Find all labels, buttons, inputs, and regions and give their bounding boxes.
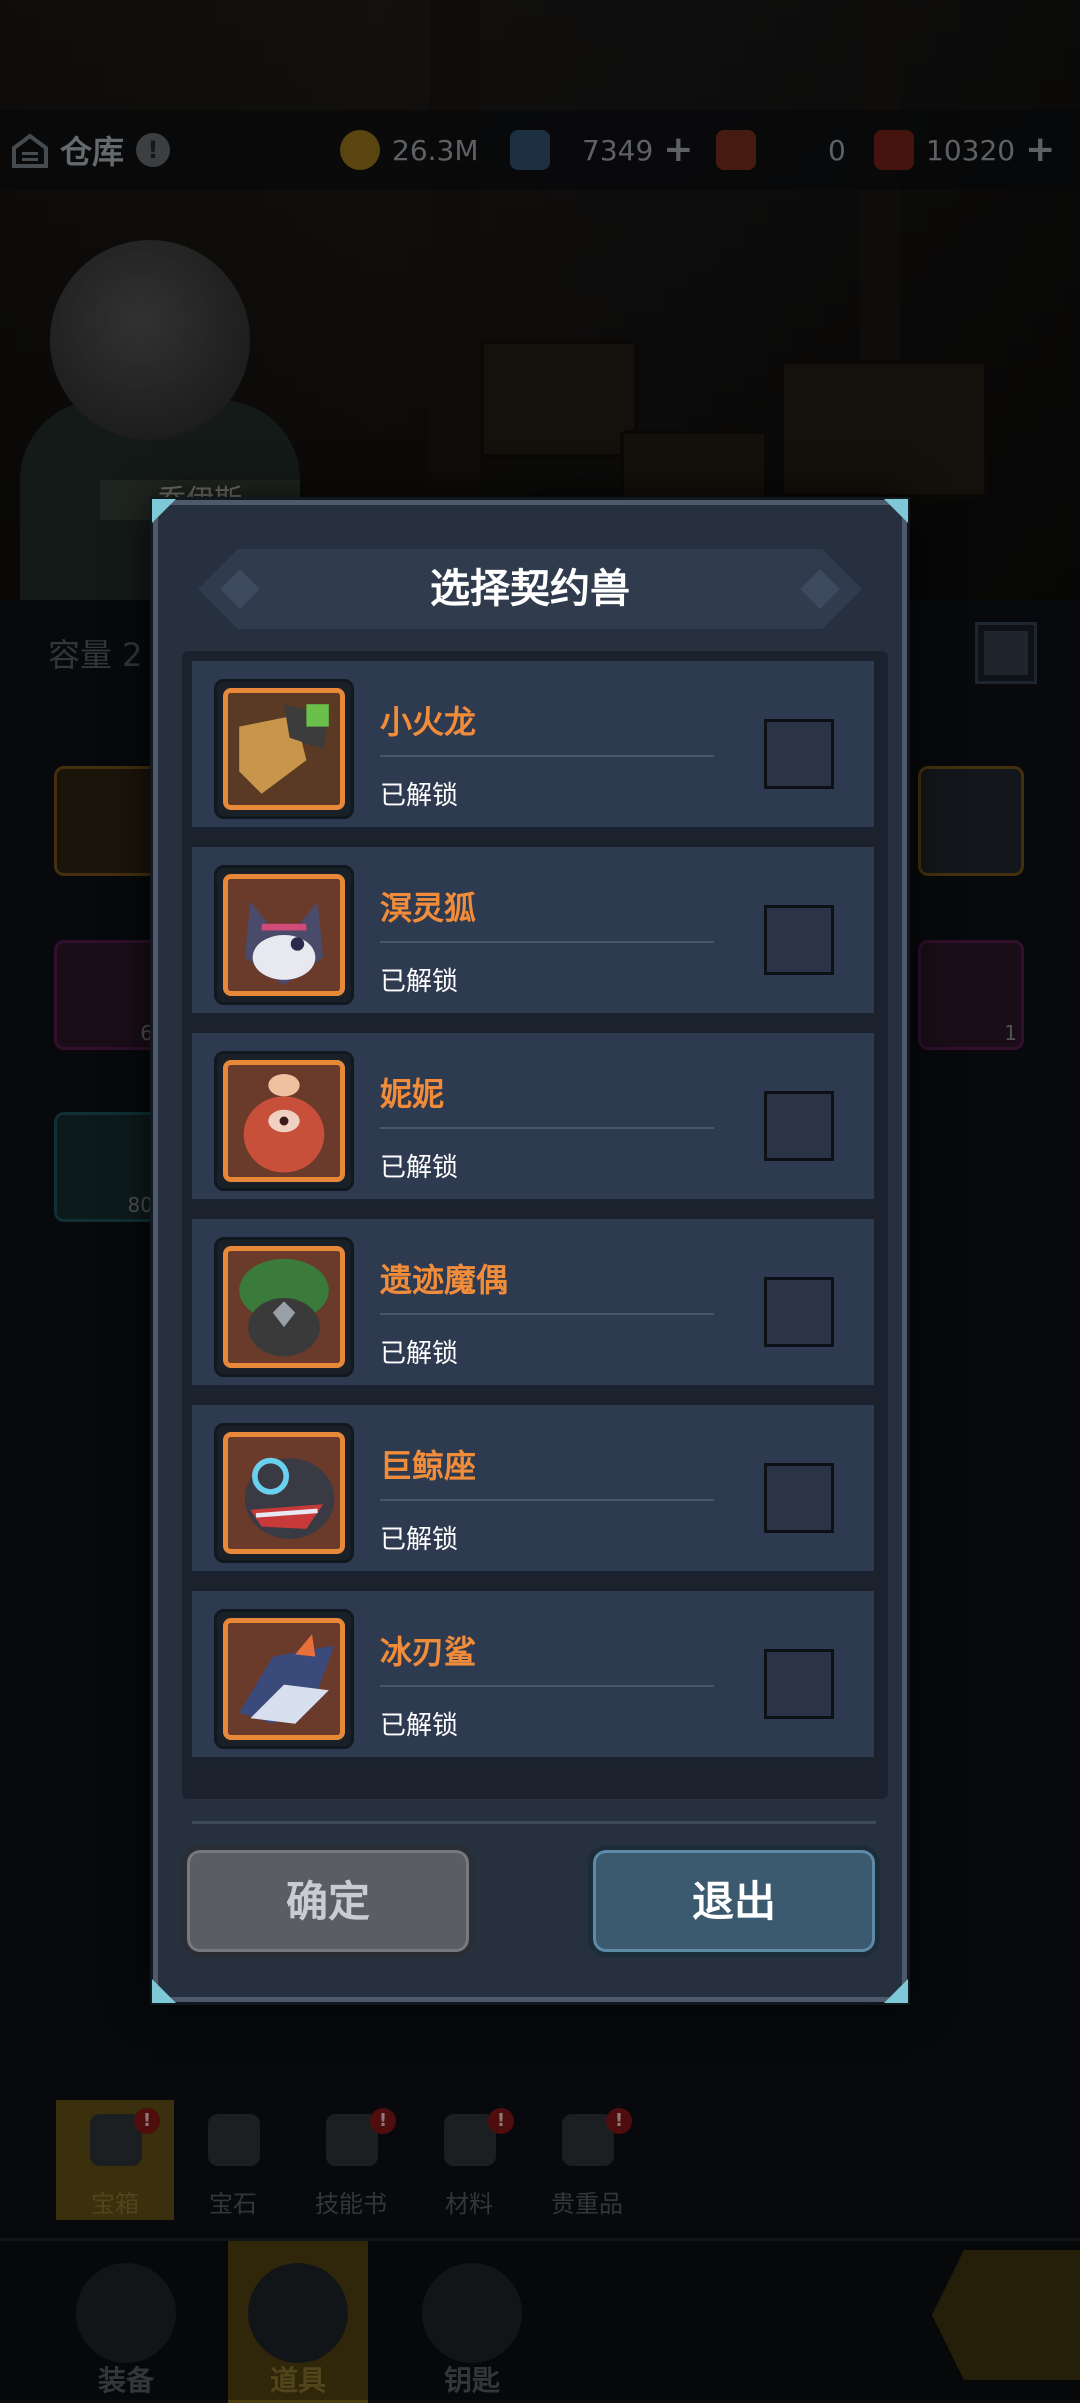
select-checkbox[interactable]: [764, 719, 834, 789]
title-ornament: [220, 569, 260, 609]
pet-name: 妮妮: [380, 1075, 445, 1113]
select-checkbox[interactable]: [764, 1463, 834, 1533]
ice-blade-shark-icon: [223, 1618, 345, 1740]
relic-golem-icon: [223, 1246, 345, 1368]
pet-row-ice-blade-shark[interactable]: 冰刃鲨 已解锁: [192, 1591, 874, 1763]
pet-list: 小火龙 已解锁 溟灵狐 已解锁 妮妮 已解锁 遗迹魔偶 已解锁 巨鲸座 已解锁 …: [182, 651, 888, 1799]
spirit-fox-icon: [223, 874, 345, 996]
select-checkbox[interactable]: [764, 1091, 834, 1161]
pet-row-relic-golem[interactable]: 遗迹魔偶 已解锁: [192, 1219, 874, 1391]
pet-row-spirit-fox[interactable]: 溟灵狐 已解锁: [192, 847, 874, 1019]
select-checkbox[interactable]: [764, 905, 834, 975]
pet-row-small-fire-dragon[interactable]: 小火龙 已解锁: [192, 661, 874, 833]
select-checkbox[interactable]: [764, 1649, 834, 1719]
pet-status: 已解锁: [380, 967, 459, 997]
title-ornament: [800, 569, 840, 609]
pet-name: 溟灵狐: [380, 889, 477, 927]
nini-icon: [223, 1060, 345, 1182]
confirm-button[interactable]: 确定: [182, 1845, 474, 1957]
dialog-title: 选择契约兽: [198, 549, 862, 629]
select-pet-dialog: 选择契约兽 小火龙 已解锁 溟灵狐 已解锁 妮妮 已解锁 遗迹魔偶 已解锁 巨鲸…: [152, 499, 908, 2003]
pet-name: 遗迹魔偶: [380, 1261, 509, 1299]
pet-status: 已解锁: [380, 1153, 459, 1183]
exit-button[interactable]: 退出: [588, 1845, 880, 1957]
pet-name: 小火龙: [380, 703, 477, 741]
pet-name: 冰刃鲨: [380, 1633, 477, 1671]
pet-status: 已解锁: [380, 781, 459, 811]
pet-status: 已解锁: [380, 1525, 459, 1555]
giant-whale-icon: [223, 1432, 345, 1554]
select-checkbox[interactable]: [764, 1277, 834, 1347]
pet-row-nini[interactable]: 妮妮 已解锁: [192, 1033, 874, 1205]
pet-row-giant-whale[interactable]: 巨鲸座 已解锁: [192, 1405, 874, 1577]
pet-status: 已解锁: [380, 1711, 459, 1741]
small-fire-dragon-icon: [223, 688, 345, 810]
pet-status: 已解锁: [380, 1339, 459, 1369]
pet-name: 巨鲸座: [380, 1447, 477, 1485]
